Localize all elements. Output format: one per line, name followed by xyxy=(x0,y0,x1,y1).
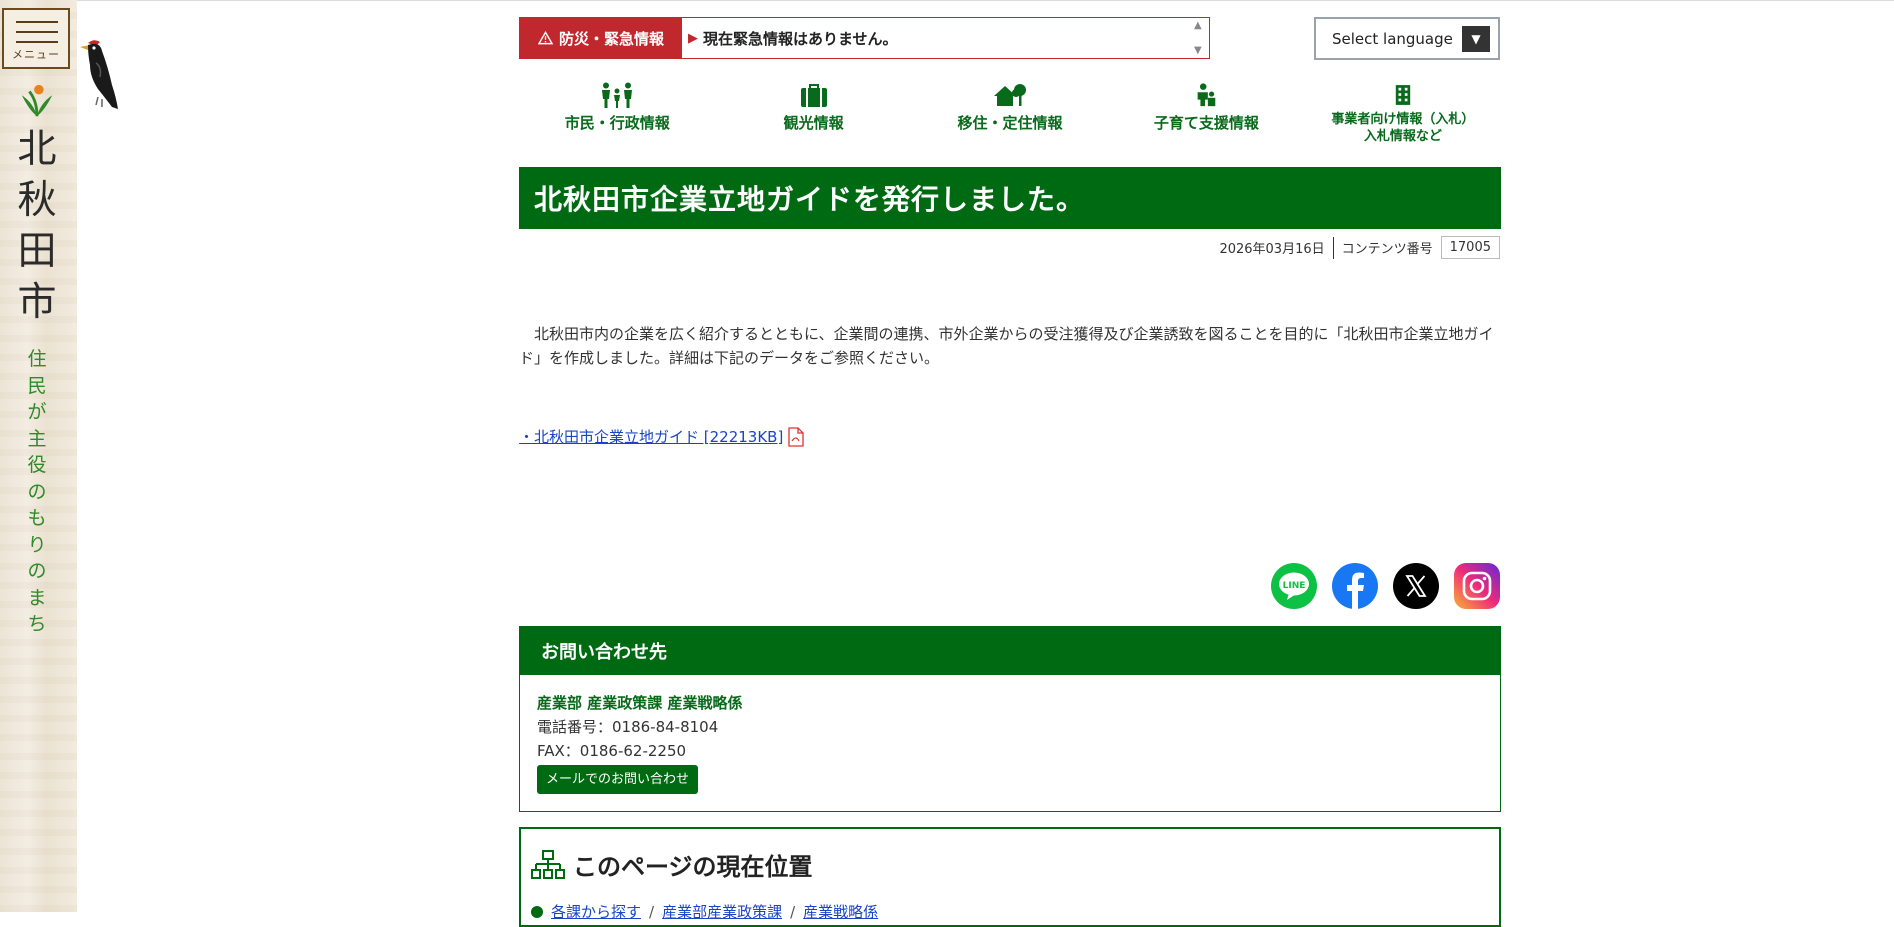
pdf-download-link[interactable]: ・北秋田市企業立地ガイド [22213KB] xyxy=(519,426,804,447)
sidebar: メニュー 北 秋 田 市 住 民 が 主 役 の も り の ま ち xyxy=(0,0,77,912)
x-icon xyxy=(1405,575,1427,597)
scroll-down-icon[interactable]: ▼ xyxy=(1194,45,1202,56)
publish-date: 2026年03月16日 xyxy=(1219,242,1325,257)
slogan-char: り xyxy=(27,533,47,556)
content-number: 17005 xyxy=(1440,236,1500,259)
pdf-file-icon xyxy=(788,426,804,447)
slogan-char: ち xyxy=(27,613,47,635)
article-meta: 2026年03月16日 コンテンツ番号 17005 xyxy=(1219,236,1500,259)
instagram-icon xyxy=(1462,571,1492,601)
slogan-char: が xyxy=(27,401,47,423)
nav-citizen[interactable]: 市民・行政情報 xyxy=(519,82,715,152)
warning-icon xyxy=(537,31,553,45)
family-icon xyxy=(602,82,633,108)
hamburger-icon xyxy=(16,21,58,23)
meta-divider xyxy=(1332,236,1334,259)
menu-button[interactable]: メニュー xyxy=(2,8,70,69)
mail-inquiry-button[interactable]: メールでのお問い合わせ xyxy=(537,765,699,794)
slogan-char: 役 xyxy=(27,454,47,476)
svg-text:LINE: LINE xyxy=(1283,581,1306,591)
city-slogan: 住 民 が 主 役 の も り の ま ち xyxy=(22,346,52,638)
nav-business-label-line1: 事業者向け情報（入札） xyxy=(1331,112,1475,127)
suitcase-icon xyxy=(800,84,827,107)
x-share-button[interactable] xyxy=(1393,563,1439,609)
hamburger-icon-bar xyxy=(16,31,58,33)
social-share: LINE xyxy=(1271,563,1500,609)
breadcrumb-section: このページの現在位置 各課から探す / 産業部産業政策課 / 産業戦略係 xyxy=(519,827,1501,927)
contact-fax: FAX：0186-62-2250 xyxy=(537,742,687,760)
parent-child-icon xyxy=(1198,83,1216,107)
contact-phone: 電話番号：0186-84-8104 xyxy=(537,718,719,736)
instagram-share-button[interactable] xyxy=(1454,563,1500,609)
dropdown-arrow-icon: ▼ xyxy=(1462,26,1490,52)
nav-migration[interactable]: 移住・定住情報 xyxy=(912,82,1108,152)
sitemap-icon xyxy=(531,849,565,879)
contact-heading: お問い合わせ先 xyxy=(520,627,1500,675)
slogan-char: ま xyxy=(27,586,47,609)
slogan-char: の xyxy=(27,560,47,582)
nav-citizen-label: 市民・行政情報 xyxy=(564,114,670,132)
language-select-label: Select language xyxy=(1332,29,1453,48)
nav-tourism-label: 観光情報 xyxy=(783,114,844,132)
nav-childcare[interactable]: 子育て支援情報 xyxy=(1108,82,1304,152)
nav-childcare-label: 子育て支援情報 xyxy=(1153,114,1259,132)
contact-department: 産業部 産業政策課 産業戦略係 xyxy=(537,694,743,712)
contact-body: 産業部 産業政策課 産業戦略係 電話番号：0186-84-8104 FAX：01… xyxy=(520,675,1500,810)
article-body: 北秋田市内の企業を広く紹介するとともに、企業間の連携、市外企業からの受注獲得及び… xyxy=(519,325,1494,367)
location-heading-text: このページの現在位置 xyxy=(573,853,813,881)
city-char: 秋 xyxy=(17,178,57,223)
slogan-char: も xyxy=(27,507,47,529)
emergency-message: ▶ 現在緊急情報はありません。 xyxy=(682,18,1191,58)
city-char: 市 xyxy=(17,280,57,325)
city-char: 北 xyxy=(17,127,57,172)
line-icon: LINE xyxy=(1279,572,1309,600)
hamburger-icon-bar xyxy=(16,41,58,43)
slogan-char: の xyxy=(27,480,47,503)
language-select[interactable]: Select language ▼ xyxy=(1314,17,1500,60)
scroll-up-icon[interactable]: ▲ xyxy=(1194,20,1202,31)
city-logo-icon xyxy=(21,84,53,117)
nav-business-label-line2: 入札情報など xyxy=(1363,129,1442,144)
facebook-icon xyxy=(1347,572,1364,609)
city-char: 田 xyxy=(17,229,57,274)
nav-migration-label: 移住・定住情報 xyxy=(957,114,1063,132)
menu-label: メニュー xyxy=(12,48,60,61)
house-tree-icon xyxy=(994,84,1027,106)
woodpecker-mascot-icon xyxy=(80,40,118,109)
building-icon xyxy=(1395,85,1411,105)
emergency-label-text: 防災・緊急情報 xyxy=(558,29,664,48)
city-name: 北 秋 田 市 xyxy=(14,124,60,328)
slogan-char: 住 xyxy=(27,348,47,370)
emergency-info-bar: 防災・緊急情報 ▶ 現在緊急情報はありません。 ▲ ▼ xyxy=(519,17,1210,59)
content-number-label: コンテンツ番号 xyxy=(1341,242,1433,257)
emergency-label[interactable]: 防災・緊急情報 xyxy=(520,18,682,58)
contact-section: お問い合わせ先 産業部 産業政策課 産業戦略係 電話番号：0186-84-810… xyxy=(519,626,1501,812)
nav-business[interactable]: 事業者向け情報（入札） 入札情報など xyxy=(1305,82,1501,152)
page-title: 北秋田市企業立地ガイドを発行しました。 xyxy=(519,167,1501,229)
emergency-scroller: ▲ ▼ xyxy=(1191,18,1209,58)
play-arrow-icon: ▶ xyxy=(688,30,698,46)
pdf-link-text: ・北秋田市企業立地ガイド [22213KB] xyxy=(519,428,784,446)
slogan-char: 主 xyxy=(27,427,47,450)
main-nav: 市民・行政情報 観光情報 移住・定住情報 子育て支援情報 事業者向け情報（入札）… xyxy=(519,82,1501,152)
facebook-share-button[interactable] xyxy=(1332,563,1378,609)
nav-tourism[interactable]: 観光情報 xyxy=(715,82,911,152)
nav-business-label: 事業者向け情報（入札） 入札情報など xyxy=(1331,111,1474,145)
location-heading: このページの現在位置 xyxy=(531,847,813,882)
emergency-message-text: 現在緊急情報はありません。 xyxy=(703,29,898,48)
top-divider xyxy=(0,0,1894,1)
slogan-char: 民 xyxy=(27,374,47,397)
line-share-button[interactable]: LINE xyxy=(1271,563,1317,609)
